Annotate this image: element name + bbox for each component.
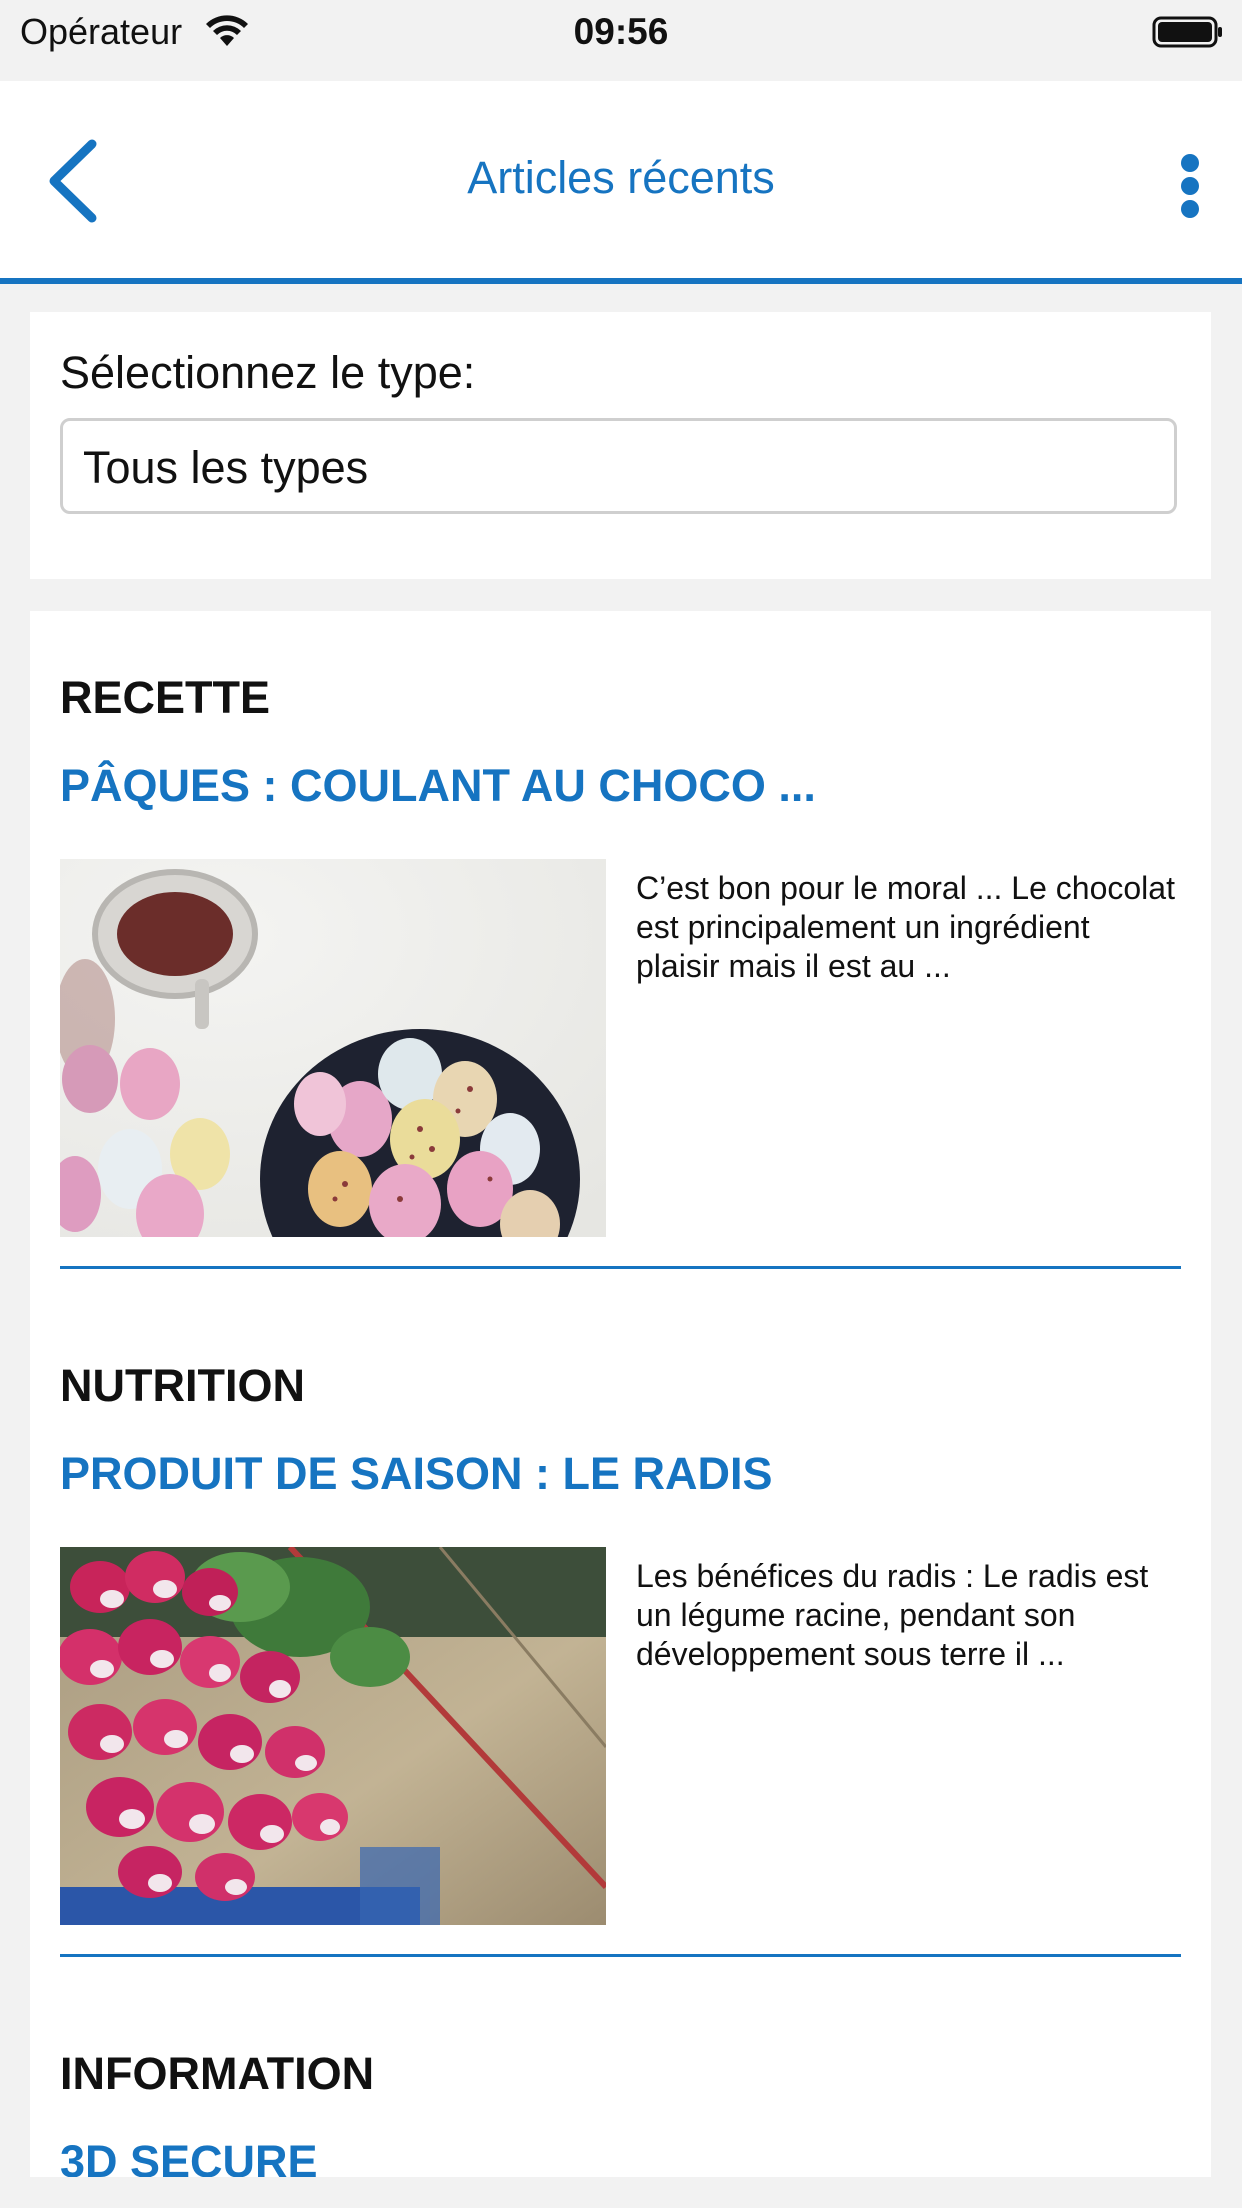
- divider: [60, 1954, 1181, 1957]
- article-type: INFORMATION: [60, 2048, 375, 2099]
- type-select[interactable]: Tous les types: [60, 418, 1177, 514]
- divider: [60, 1266, 1181, 1269]
- article-image-radishes[interactable]: [60, 1547, 606, 1925]
- article-type: RECETTE: [60, 672, 271, 723]
- article-title[interactable]: 3D SECURE: [60, 2135, 318, 2177]
- type-filter-card: Sélectionnez le type: Tous les types: [30, 312, 1211, 579]
- clock-time: 09:56: [573, 11, 669, 52]
- more-menu-button[interactable]: [1160, 141, 1220, 231]
- more-vertical-icon: [1181, 154, 1199, 218]
- article-excerpt: Les bénéfices du radis : Le radis est un…: [636, 1558, 1149, 1672]
- type-filter-label: Sélectionnez le type:: [60, 347, 476, 398]
- article-excerpt: C’est bon pour le moral ... Le chocolat …: [636, 870, 1175, 984]
- article-type: NUTRITION: [60, 1360, 305, 1411]
- nav-bar: Articles récents: [0, 81, 1242, 284]
- article-title[interactable]: PÂQUES : COULANT AU CHOCO ...: [60, 759, 816, 813]
- battery-icon: [1152, 16, 1222, 48]
- article-image-easter-eggs[interactable]: [60, 859, 606, 1237]
- type-select-value: Tous les types: [83, 442, 369, 493]
- articles-list: RECETTE PÂQUES : COULANT AU CHOCO ... C’…: [30, 611, 1211, 2177]
- article-title[interactable]: PRODUIT DE SAISON : LE RADIS: [60, 1447, 773, 1501]
- status-bar: Opérateur 09:56: [0, 0, 1242, 81]
- page-title: Articles récents: [467, 152, 775, 203]
